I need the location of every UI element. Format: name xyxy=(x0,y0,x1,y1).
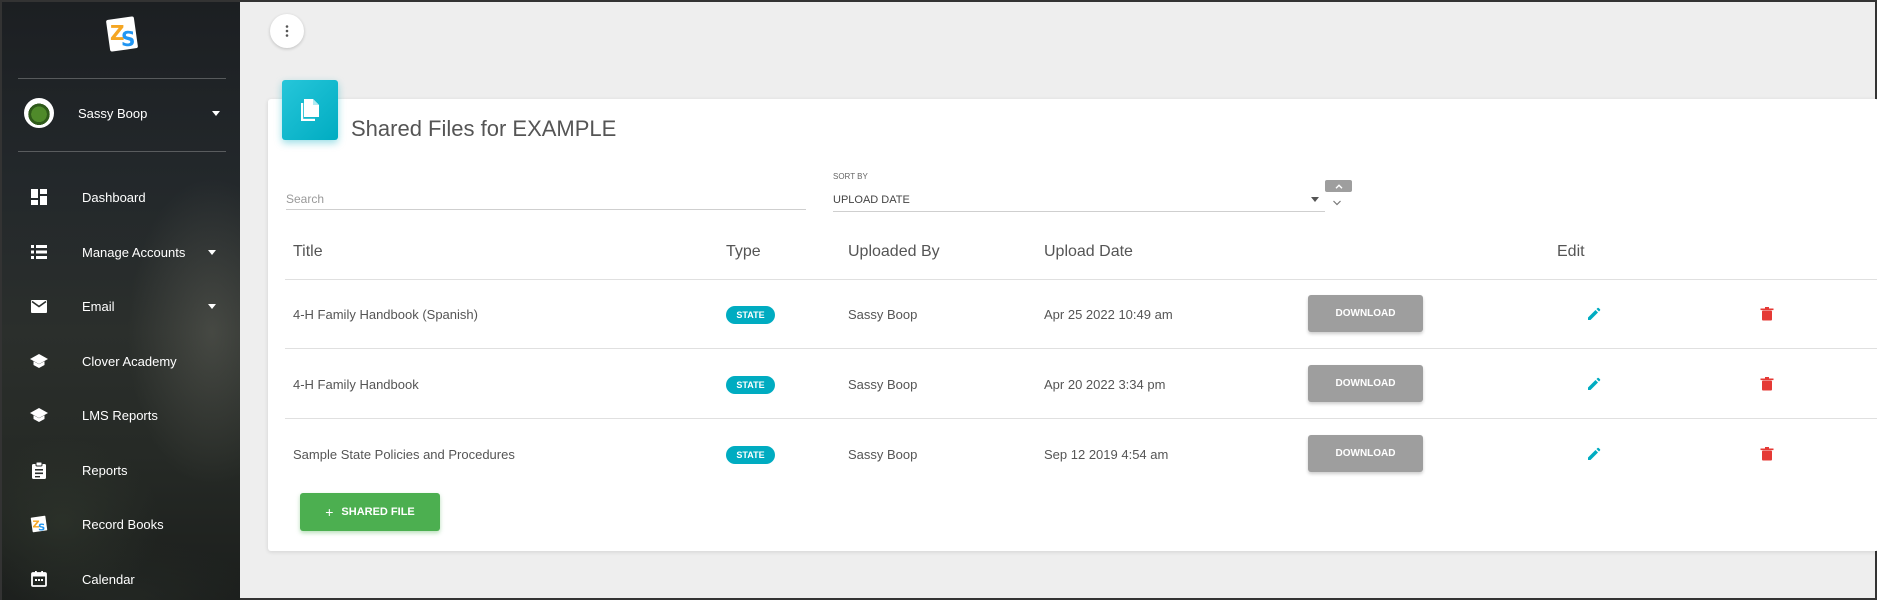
calendar-icon xyxy=(30,570,48,588)
chevron-down-icon xyxy=(1311,197,1319,202)
sort-ascending-button[interactable] xyxy=(1325,180,1352,192)
pencil-icon[interactable] xyxy=(1587,377,1601,391)
search-input[interactable] xyxy=(286,188,806,210)
sidebar-item-label: LMS Reports xyxy=(82,407,158,423)
sidebar-divider xyxy=(18,78,226,79)
more-menu-button[interactable] xyxy=(270,14,304,48)
clipboard-icon xyxy=(30,461,48,479)
upload-date: Apr 20 2022 3:34 pm xyxy=(1044,377,1166,392)
sidebar-item-label: Clover Academy xyxy=(82,353,177,369)
sidebar-divider xyxy=(18,151,226,152)
page-title: Shared Files for EXAMPLE xyxy=(351,116,617,141)
column-header-edit: Edit xyxy=(1557,243,1585,260)
column-header-uploaded-by[interactable]: Uploaded By xyxy=(848,243,940,261)
download-button[interactable]: DOWNLOAD xyxy=(1308,295,1423,332)
plus-icon: + xyxy=(325,504,334,520)
type-badge: STATE xyxy=(726,306,775,324)
trash-icon[interactable] xyxy=(1760,447,1774,461)
chevron-down-icon xyxy=(208,303,216,309)
sidebar-item-reports[interactable]: Reports xyxy=(30,455,230,485)
sidebar-item-label: Manage Accounts xyxy=(82,244,186,260)
sidebar-item-label: Calendar xyxy=(82,571,135,587)
chevron-down-icon xyxy=(212,110,220,116)
sidebar-item-label: Dashboard xyxy=(82,189,146,205)
pencil-icon[interactable] xyxy=(1587,307,1601,321)
table-divider xyxy=(285,279,1877,280)
uploaded-by: Sassy Boop xyxy=(848,447,918,462)
svg-text:S: S xyxy=(121,27,135,51)
column-header-title[interactable]: Title xyxy=(293,243,323,261)
dashboard-icon xyxy=(30,188,48,206)
sidebar-item-manage-accounts[interactable]: Manage Accounts xyxy=(30,237,230,267)
column-header-upload-date[interactable]: Upload Date xyxy=(1044,243,1133,261)
sort-by-label: SORT BY xyxy=(833,172,868,181)
svg-text:S: S xyxy=(38,523,45,534)
file-copy-icon xyxy=(282,80,338,140)
add-shared-file-label: SHARED FILE xyxy=(341,506,415,518)
user-name: Sassy Boop xyxy=(78,105,148,121)
sidebar-item-calendar[interactable]: Calendar xyxy=(30,564,230,594)
trash-icon[interactable] xyxy=(1760,307,1774,321)
sidebar: Z S Sassy Boop Dashboard Manage Accounts… xyxy=(2,2,240,600)
avatar xyxy=(24,98,54,128)
file-title: 4-H Family Handbook xyxy=(293,377,419,392)
file-title: Sample State Policies and Procedures xyxy=(293,447,515,462)
uploaded-by: Sassy Boop xyxy=(848,307,918,322)
shared-files-card xyxy=(268,99,1877,551)
sort-by-select[interactable]: UPLOAD DATE xyxy=(833,188,1325,212)
kebab-icon xyxy=(285,25,289,37)
list-icon xyxy=(30,243,48,261)
sidebar-item-label: Record Books xyxy=(82,516,164,532)
trash-icon[interactable] xyxy=(1760,377,1774,391)
upload-date: Apr 25 2022 10:49 am xyxy=(1044,307,1173,322)
school-icon xyxy=(30,406,48,424)
add-shared-file-button[interactable]: + SHARED FILE xyxy=(300,493,440,531)
mail-icon xyxy=(30,297,48,315)
user-menu[interactable]: Sassy Boop xyxy=(24,96,220,130)
table-divider xyxy=(285,418,1877,419)
chevron-down-icon xyxy=(1333,200,1341,206)
sidebar-item-email[interactable]: Email xyxy=(30,291,230,321)
sidebar-item-label: Reports xyxy=(82,462,128,478)
chevron-down-icon xyxy=(208,249,216,255)
zs-logo-icon: ZS xyxy=(30,515,48,534)
type-badge: STATE xyxy=(726,376,775,394)
column-header-type[interactable]: Type xyxy=(726,243,761,261)
download-button[interactable]: DOWNLOAD xyxy=(1308,435,1423,472)
sort-descending-button[interactable] xyxy=(1332,193,1344,206)
school-icon xyxy=(30,352,48,370)
upload-date: Sep 12 2019 4:54 am xyxy=(1044,447,1169,462)
uploaded-by: Sassy Boop xyxy=(848,377,918,392)
file-title: 4-H Family Handbook (Spanish) xyxy=(293,307,478,322)
sort-by-value: UPLOAD DATE xyxy=(833,193,910,206)
table-divider xyxy=(285,348,1877,349)
sidebar-item-clover-academy[interactable]: Clover Academy xyxy=(30,346,230,376)
zs-logo[interactable]: Z S xyxy=(102,14,142,56)
pencil-icon[interactable] xyxy=(1587,447,1601,461)
sidebar-item-label: Email xyxy=(82,298,115,314)
sidebar-item-record-books[interactable]: ZS Record Books xyxy=(30,509,230,539)
download-button[interactable]: DOWNLOAD xyxy=(1308,365,1423,402)
chevron-up-icon xyxy=(1335,183,1342,189)
sidebar-item-lms-reports[interactable]: LMS Reports xyxy=(30,400,230,430)
type-badge: STATE xyxy=(726,446,775,464)
sidebar-item-dashboard[interactable]: Dashboard xyxy=(30,182,230,212)
